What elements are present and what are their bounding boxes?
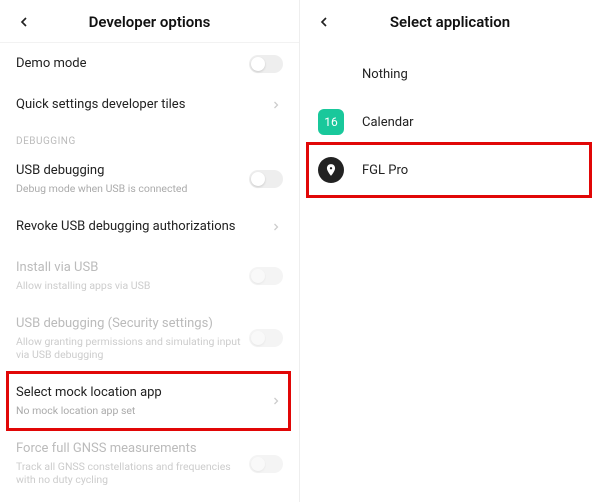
row-revoke-usb[interactable]: Revoke USB debugging authorizations	[0, 207, 299, 248]
calendar-day-number: 16	[324, 115, 338, 129]
section-header-debugging: DEBUGGING	[0, 126, 299, 151]
toggle-usb-debugging-security	[249, 329, 283, 347]
header-left: Developer options	[0, 0, 299, 42]
toggle-demo-mode[interactable]	[249, 55, 283, 73]
chevron-right-icon	[269, 220, 283, 234]
app-row-nothing[interactable]: Nothing	[300, 50, 600, 98]
row-title: USB debugging	[16, 163, 249, 180]
row-title: Demo mode	[16, 56, 249, 73]
row-subtitle: Track all GNSS constellations and freque…	[16, 460, 249, 486]
row-demo-mode[interactable]: Demo mode	[0, 43, 299, 85]
page-title: Developer options	[14, 13, 285, 31]
app-row-calendar[interactable]: 16 Calendar	[300, 98, 600, 146]
location-pin-icon	[318, 157, 344, 183]
row-title: Select mock location app	[16, 385, 263, 402]
app-row-fgl-pro[interactable]: FGL Pro	[300, 146, 600, 194]
select-application-panel: Select application Nothing 16 Calendar F…	[300, 0, 600, 502]
row-title: Revoke USB debugging authorizations	[16, 219, 263, 236]
app-label: Nothing	[362, 67, 408, 82]
nothing-icon	[318, 61, 344, 87]
row-force-gnss: Force full GNSS measurements Track all G…	[0, 429, 299, 498]
row-title: Quick settings developer tiles	[16, 97, 263, 114]
developer-options-panel: Developer options Demo mode Quick settin…	[0, 0, 300, 502]
toggle-usb-debugging[interactable]	[249, 170, 283, 188]
row-quick-tiles[interactable]: Quick settings developer tiles	[0, 85, 299, 126]
row-subtitle: Allow installing apps via USB	[16, 279, 249, 292]
highlight-fgl-pro: FGL Pro	[300, 146, 600, 194]
calendar-icon: 16	[318, 109, 344, 135]
chevron-right-icon	[269, 98, 283, 112]
app-label: FGL Pro	[362, 163, 408, 178]
row-title: Force full GNSS measurements	[16, 441, 249, 458]
highlight-mock-location: Select mock location app No mock locatio…	[0, 373, 299, 429]
row-subtitle: Debug mode when USB is connected	[16, 182, 249, 195]
toggle-force-gnss	[249, 455, 283, 473]
chevron-right-icon	[269, 394, 283, 408]
header-right: Select application	[300, 0, 600, 42]
page-title: Select application	[314, 13, 586, 31]
row-install-via-usb: Install via USB Allow installing apps vi…	[0, 248, 299, 304]
row-title: Install via USB	[16, 260, 249, 277]
app-label: Calendar	[362, 115, 414, 130]
row-usb-debugging-security: USB debugging (Security settings) Allow …	[0, 304, 299, 373]
row-view-attribute-inspection[interactable]: Enable view attribute inspection	[0, 498, 299, 502]
row-usb-debugging[interactable]: USB debugging Debug mode when USB is con…	[0, 151, 299, 207]
row-title: USB debugging (Security settings)	[16, 316, 249, 333]
row-subtitle: No mock location app set	[16, 404, 263, 417]
row-subtitle: Allow granting permissions and simulatin…	[16, 335, 249, 361]
toggle-install-via-usb	[249, 267, 283, 285]
row-select-mock-location-app[interactable]: Select mock location app No mock locatio…	[0, 373, 299, 429]
